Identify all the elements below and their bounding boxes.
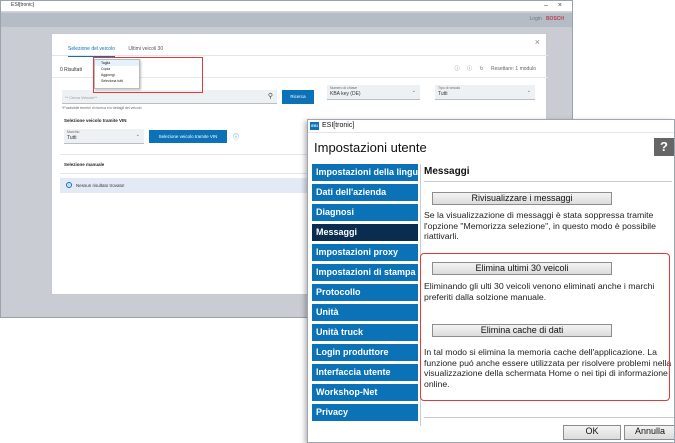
vehicle-type-value: Tutti — [438, 91, 448, 97]
section-divider — [60, 173, 315, 174]
no-result-text: Nessun risultato trovato! — [76, 183, 125, 188]
search-button[interactable]: Ricerca — [282, 90, 314, 104]
sidebar-item[interactable]: Impostazioni proxy — [312, 244, 418, 261]
sidebar-item[interactable]: Diagnosi — [312, 204, 418, 221]
reset-icon[interactable]: ↻ — [479, 66, 483, 72]
background-window-title: ESI[tronic] — [11, 2, 35, 8]
tab-divider — [52, 55, 548, 56]
sidebar-item[interactable]: Interfaccia utente — [312, 364, 418, 381]
title-underline — [424, 181, 672, 182]
vin-section-title: Selezione veicolo tramite VIN — [64, 118, 127, 123]
search-icon[interactable]: ⚲ — [268, 92, 273, 100]
dialog-toolbar: ⓘ ⓘ ↻ Resettare: 1 modulo — [449, 65, 536, 72]
settings-window-title: ESI[tronic] — [322, 122, 355, 129]
page-title: Impostazioni utente — [314, 140, 427, 155]
sidebar-item[interactable]: Dati dell'azienda — [312, 184, 418, 201]
search-hint: *Posásibile termini di ricerca e/o detta… — [62, 106, 142, 110]
section-title: Messaggi — [424, 166, 470, 177]
brand-value: Tutti — [67, 135, 77, 141]
sidebar-item[interactable]: Workshop-Net — [312, 384, 418, 401]
background-titlebar: ESI[tronic] – × — [1, 1, 572, 12]
manual-section-title: Selezione manuale — [64, 162, 105, 167]
sidebar-item[interactable]: Messaggi — [312, 224, 418, 241]
kba-key-select[interactable]: Numero di chiave KBA key (DE) ⌄ — [327, 85, 420, 100]
brand-select[interactable]: Marchio Tutti ⌄ — [64, 129, 144, 144]
info-icon[interactable]: ⓘ — [467, 66, 472, 72]
chevron-down-icon: ⌄ — [135, 132, 140, 138]
search-placeholder: ** Cerca Veicolo** — [65, 95, 98, 100]
vehicle-type-select[interactable]: Tipo di veicolo Tutti ⌄ — [435, 85, 535, 100]
settings-titlebar: ESI ESI[tronic] — [308, 120, 674, 133]
settings-sidebar: Impostazioni della lingua Dati dell'azien… — [312, 164, 418, 424]
help-button[interactable]: ? — [654, 138, 674, 156]
cancel-button[interactable]: Annulla — [624, 425, 674, 440]
sidebar-item[interactable]: Protocollo — [312, 284, 418, 301]
minimize-icon[interactable]: – — [544, 1, 548, 11]
sidebar-item[interactable]: Privacy — [312, 404, 418, 421]
sidebar-item[interactable]: Impostazioni della lingua — [312, 164, 418, 181]
sidebar-item[interactable]: Login produttore — [312, 344, 418, 361]
dialog-close-icon[interactable]: × — [535, 37, 540, 47]
reset-label[interactable]: Resettare: 1 modulo — [491, 66, 536, 72]
info-icon: i — [66, 182, 72, 188]
app-icon: ESI — [310, 122, 319, 130]
help-icon[interactable]: ⓘ — [455, 66, 460, 72]
highlight-box — [420, 253, 670, 401]
vehicle-type-label: Tipo di veicolo — [438, 86, 461, 90]
footer-divider — [424, 417, 674, 418]
section-divider — [60, 154, 315, 155]
show-messages-description: Se la visualizzazione di messaggi è stat… — [424, 210, 656, 242]
sidebar-item[interactable]: Unità — [312, 304, 418, 321]
no-result-banner: i Nessun risultato trovato! — [60, 178, 315, 193]
appbar-right: Login BOSCH — [530, 16, 564, 22]
vin-select-button[interactable]: Selezione veicolo tramite VIN — [149, 130, 227, 143]
vin-info-icon[interactable]: ⓘ — [233, 132, 239, 141]
close-window-icon[interactable]: × — [558, 1, 562, 11]
background-appbar: Login BOSCH — [1, 13, 572, 27]
login-link[interactable]: Login — [530, 16, 542, 22]
chevron-down-icon: ⌄ — [526, 88, 531, 94]
sidebar-item[interactable]: Unità truck — [312, 324, 418, 341]
ok-button[interactable]: OK — [563, 425, 621, 440]
sidebar-item[interactable]: Impostazioni di stampa — [312, 264, 418, 281]
brand-logo: BOSCH — [545, 16, 564, 22]
show-messages-button[interactable]: Rivisualizzare i messaggi — [432, 192, 612, 205]
context-menu-highlight — [93, 57, 203, 93]
results-count: 0 Risultati — [60, 67, 82, 73]
kba-key-value: KBA key (DE) — [330, 91, 361, 97]
chevron-down-icon: ⌄ — [411, 88, 416, 94]
kba-key-label: Numero di chiave — [330, 86, 358, 90]
brand-label: Marchio — [67, 130, 80, 134]
